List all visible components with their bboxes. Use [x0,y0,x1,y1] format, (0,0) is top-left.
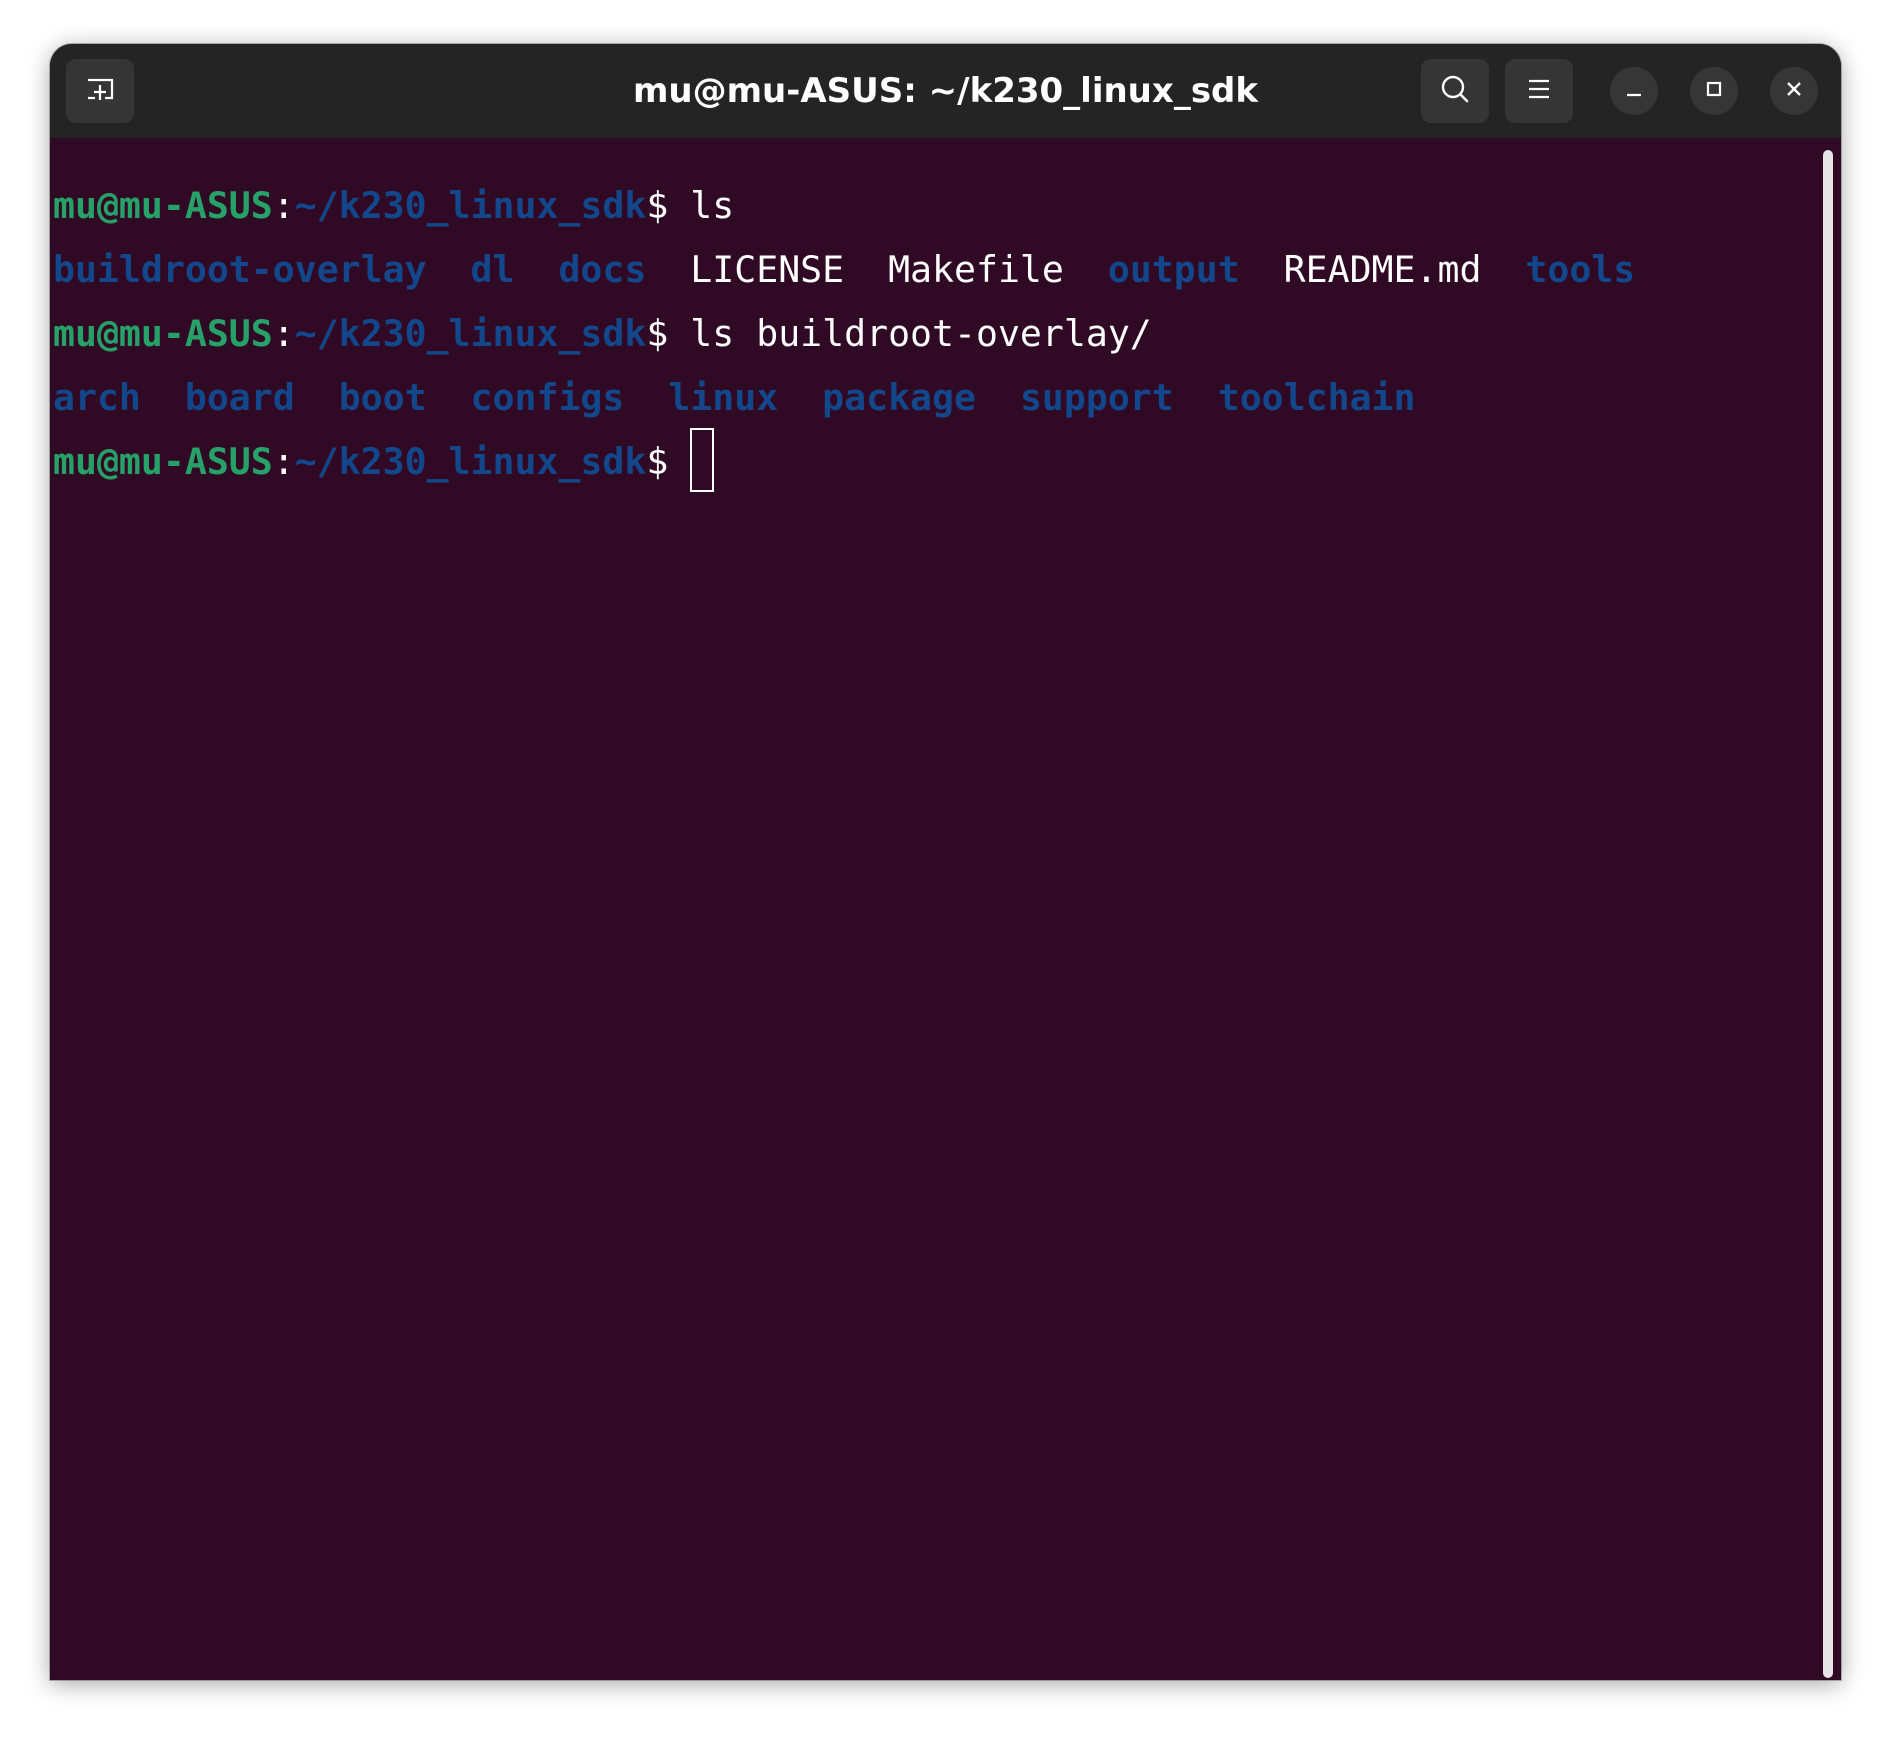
title-bar: mu@mu-ASUS: ~/k230_linux_sdk [50,44,1841,138]
menu-button[interactable] [1505,59,1573,123]
new-tab-icon [85,76,115,107]
command-text: ls [690,184,735,227]
file-entry: README.md [1283,248,1482,291]
directory-entry: docs [558,248,647,291]
file-entry: LICENSE [690,248,845,291]
scrollbar[interactable] [1823,150,1833,1678]
prompt-line: mu@mu-ASUS:~/k230_linux_sdk$ ls buildroo… [53,302,1813,366]
prompt-separator: : [272,184,295,227]
terminal-window: mu@mu-ASUS: ~/k230_linux_sdk mu@mu-ASUS:… [50,44,1841,1680]
directory-entry: package [822,376,976,419]
close-icon [1784,79,1804,104]
directory-entry: dl [470,248,515,291]
prompt-separator: : [272,440,295,483]
prompt-user-host: mu@mu-ASUS [53,440,273,483]
prompt-symbol: $ [646,312,691,355]
prompt-line: mu@mu-ASUS:~/k230_linux_sdk$ [53,428,1813,494]
command-text: ls buildroot-overlay/ [690,312,1152,355]
minimize-icon [1624,79,1644,104]
ls-output-line: arch board boot configs linux package su… [53,366,1813,430]
terminal-output[interactable]: mu@mu-ASUS:~/k230_linux_sdk$ ls buildroot… [53,174,1813,494]
directory-entry: arch [53,376,141,419]
text-cursor [690,428,715,492]
maximize-icon [1704,79,1724,104]
directory-entry: linux [668,376,779,419]
directory-entry: buildroot-overlay [53,248,427,291]
ls-output-line: buildroot-overlay dl docs LICENSE Makefi… [53,238,1813,302]
minimize-button[interactable] [1610,67,1658,115]
prompt-symbol: $ [646,184,691,227]
directory-entry: tools [1525,248,1636,291]
prompt-path: ~/k230_linux_sdk [294,184,647,227]
file-entry: Makefile [888,248,1064,291]
directory-entry: support [1019,376,1174,419]
search-button[interactable] [1421,59,1489,123]
search-icon [1439,73,1471,110]
new-tab-button[interactable] [66,59,134,123]
directory-entry: toolchain [1217,376,1416,419]
directory-entry: boot [338,376,427,419]
close-button[interactable] [1770,67,1818,115]
prompt-user-host: mu@mu-ASUS [53,312,273,355]
prompt-path: ~/k230_linux_sdk [294,440,647,483]
directory-entry: configs [470,376,625,419]
prompt-user-host: mu@mu-ASUS [53,184,273,227]
hamburger-menu-icon [1527,78,1551,105]
prompt-symbol: $ [646,440,691,483]
prompt-path: ~/k230_linux_sdk [294,312,647,355]
prompt-line: mu@mu-ASUS:~/k230_linux_sdk$ ls [53,174,1813,238]
prompt-separator: : [272,312,295,355]
maximize-button[interactable] [1690,67,1738,115]
directory-entry: output [1107,248,1240,291]
directory-entry: board [184,376,295,419]
